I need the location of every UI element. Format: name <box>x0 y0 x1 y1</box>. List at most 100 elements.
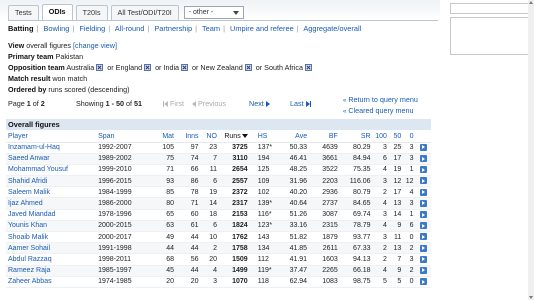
pager-last[interactable]: Last <box>290 99 311 108</box>
play-arrow-icon[interactable] <box>419 244 427 252</box>
player-name-link[interactable]: Rameez Raja <box>6 265 97 277</box>
cell-hs: 137* <box>249 142 281 154</box>
player-name-link[interactable]: Zaheer Abbas <box>6 276 97 288</box>
cell-50: 17 <box>388 186 404 199</box>
cell-inns: 44 <box>175 265 201 277</box>
nav-bowling[interactable]: Bowling <box>43 24 69 33</box>
cell-runs: 1758 <box>218 242 250 255</box>
play-arrow-icon[interactable] <box>419 255 427 263</box>
remove-india-icon[interactable] <box>181 64 189 71</box>
cell-100: 4 <box>372 265 389 277</box>
remove-australia-icon[interactable] <box>96 64 104 71</box>
pager-previous: Previous <box>192 99 226 108</box>
next-page-link[interactable]: Next <box>249 99 264 108</box>
play-arrow-icon[interactable] <box>419 188 427 196</box>
player-name-link[interactable]: Abdul Razzaq <box>6 253 97 266</box>
col-hs[interactable]: HS <box>249 131 281 143</box>
nav-all-round[interactable]: All-round <box>115 24 145 33</box>
cell-span: 1999-2010 <box>96 164 146 177</box>
change-view-link[interactable]: [change view] <box>73 41 117 50</box>
cell-span: 1978-1996 <box>96 209 146 221</box>
tab-odis[interactable]: ODIs <box>41 4 73 20</box>
tab-tests[interactable]: Tests <box>8 5 39 20</box>
nav-aggregate[interactable]: Aggregate/overall <box>303 24 361 33</box>
cell-100: 3 <box>372 231 389 244</box>
last-page-link[interactable]: Last <box>290 99 304 108</box>
pager-next[interactable]: Next <box>249 99 270 108</box>
col-runs[interactable]: Runs <box>218 131 250 143</box>
cell-span: 1985-1997 <box>96 265 146 277</box>
tab-all-formats[interactable]: All Test/ODI/T20I <box>110 5 179 20</box>
cell-ave: 41.85 <box>280 242 310 255</box>
col-inns[interactable]: Inns <box>175 131 201 143</box>
play-arrow-icon[interactable] <box>419 155 427 163</box>
opposition-south-africa: or South Africa <box>255 63 303 72</box>
nav-team[interactable]: Team <box>202 24 220 33</box>
player-name-link[interactable]: Inzamam-ul-Haq <box>6 142 97 154</box>
player-name-link[interactable]: Saeed Anwar <box>6 153 97 165</box>
cell-100: 4 <box>372 197 389 210</box>
play-arrow-icon[interactable] <box>419 143 427 151</box>
play-arrow-icon[interactable] <box>419 266 427 274</box>
opposition-england: or England <box>107 63 143 72</box>
col-bf[interactable]: BF <box>309 131 340 143</box>
opposition-australia: Australia <box>66 63 95 72</box>
table-row: Saleem Malik 1984-1999 85 78 19 2372 102 40.20 2… <box>6 186 431 199</box>
col-50[interactable]: 50 <box>388 131 404 143</box>
vertical-scrollbar[interactable] <box>528 0 534 300</box>
cell-sr: 78.79 <box>339 220 373 233</box>
remove-south-africa-icon[interactable] <box>304 64 312 71</box>
play-arrow-icon[interactable] <box>419 211 427 219</box>
cell-mat: 68 <box>145 253 176 266</box>
remove-england-icon[interactable] <box>144 64 152 71</box>
col-0[interactable]: 0 <box>403 131 416 143</box>
col-span[interactable]: Span <box>96 131 146 143</box>
play-arrow-icon[interactable] <box>419 278 427 286</box>
play-arrow-icon[interactable] <box>419 177 427 185</box>
col-no[interactable]: NO <box>200 131 219 143</box>
return-to-query-link[interactable]: Return to query menu <box>348 95 418 104</box>
cell-ave: 33.16 <box>280 220 310 233</box>
nav-fielding[interactable]: Fielding <box>79 24 105 33</box>
tab-t20is[interactable]: T20Is <box>75 5 108 20</box>
col-mat[interactable]: Mat <box>145 131 176 143</box>
cell-bf: 2611 <box>309 242 340 255</box>
scroll-up-icon[interactable] <box>528 0 534 6</box>
page: Tests ODIs T20Is All Test/ODI/T20I - oth… <box>0 0 534 300</box>
remove-new-zealand-icon[interactable] <box>244 64 252 71</box>
play-arrow-icon[interactable] <box>419 199 427 207</box>
row-action-cell <box>415 164 431 177</box>
table-row: Inzamam-ul-Haq 1992-2007 105 97 23 3725 137* 50… <box>6 142 431 154</box>
col-100[interactable]: 100 <box>372 131 389 143</box>
player-name-link[interactable]: Mohammad Yousuf <box>6 164 97 177</box>
player-name-link[interactable]: Shoaib Malik <box>6 231 97 244</box>
opposition-label: Opposition team <box>8 63 65 72</box>
cell-span: 1992-2007 <box>96 142 146 154</box>
col-ave[interactable]: Ave <box>280 131 310 143</box>
nav-partnership[interactable]: Partnership <box>154 24 192 33</box>
cell-runs: 2372 <box>218 186 250 199</box>
player-name-link[interactable]: Younis Khan <box>6 220 97 233</box>
player-name-link[interactable]: Saleem Malik <box>6 186 97 199</box>
cell-50: 13 <box>388 242 404 255</box>
player-name-link[interactable]: Javed Miandad <box>6 209 97 221</box>
scroll-down-icon[interactable] <box>528 294 534 300</box>
cell-runs: 1762 <box>218 231 250 244</box>
cell-bf: 2265 <box>309 265 340 277</box>
player-name-link[interactable]: Shahid Afridi <box>6 175 97 188</box>
cell-0: 2 <box>403 265 416 277</box>
other-format-select[interactable]: - other - <box>183 6 244 19</box>
col-sr[interactable]: SR <box>339 131 373 143</box>
cleared-query-link[interactable]: Cleared query menu <box>348 106 413 115</box>
cell-no: 10 <box>200 231 219 244</box>
row-action-cell <box>415 231 431 244</box>
player-name-link[interactable]: Aamer Sohail <box>6 242 97 255</box>
nav-batting[interactable]: Batting <box>8 24 33 33</box>
col-player[interactable]: Player <box>6 131 97 143</box>
player-name-link[interactable]: Ijaz Ahmed <box>6 197 97 210</box>
nav-umpire-referee[interactable]: Umpire and referee <box>230 24 294 33</box>
play-arrow-icon[interactable] <box>419 233 427 241</box>
play-arrow-icon[interactable] <box>419 222 427 230</box>
play-arrow-icon[interactable] <box>419 166 427 174</box>
cell-mat: 63 <box>145 220 176 233</box>
